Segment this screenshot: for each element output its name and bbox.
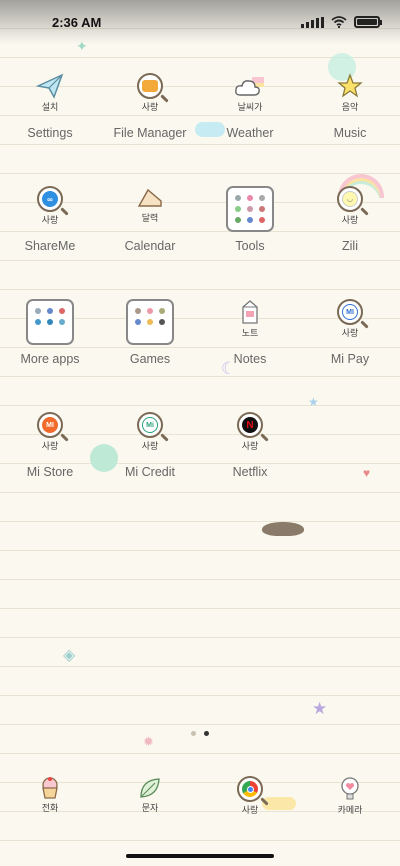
app-mi-credit[interactable]: Mi 사랑 Mi Credit (100, 407, 200, 520)
app-label: Notes (233, 352, 267, 366)
page-dot (191, 731, 196, 736)
app-netflix[interactable]: N 사랑 Netflix (200, 407, 300, 520)
mi-credit-icon: Mi 사랑 (129, 412, 171, 458)
folder-magnifier-icon: 사랑 (129, 73, 171, 119)
folder-icon (226, 186, 274, 232)
app-zili[interactable]: ◡ 사랑 Zili (300, 181, 400, 294)
dock-camera[interactable]: 카메라 (300, 776, 400, 836)
pink-flower-decoration: ✹ (143, 734, 154, 749)
dock: 전화 문자 사랑 카메라 (0, 776, 400, 836)
app-mi-pay[interactable]: MI 사랑 Mi Pay (300, 294, 400, 407)
app-doodle-caption: 사랑 (141, 442, 159, 452)
leaf-icon: 문자 (129, 776, 171, 822)
app-music[interactable]: 음악 Music (300, 68, 400, 181)
home-indicator[interactable] (126, 854, 274, 858)
mi-store-icon: MI 사랑 (29, 412, 71, 458)
battery-icon (354, 16, 382, 28)
app-doodle-caption: 설치 (41, 103, 59, 113)
app-label: Games (129, 352, 171, 366)
signal-icon (301, 16, 324, 28)
dock-label: 카메라 (337, 806, 363, 816)
app-doodle-caption: 사랑 (41, 442, 59, 452)
lightbulb-heart-icon: 카메라 (329, 776, 371, 822)
netflix-icon: N 사랑 (229, 412, 271, 458)
app-grid-row: ∞ 사랑 ShareMe 달력 Calendar Tools ◡ 사랑 Zili (0, 181, 400, 294)
wifi-icon (331, 16, 347, 28)
purple-star-decoration: ★ (312, 699, 328, 718)
status-icons (301, 16, 382, 28)
app-doodle-caption: 사랑 (341, 216, 359, 226)
dock-chrome[interactable]: 사랑 (200, 776, 300, 836)
balloon-decoration: ◈ (63, 647, 76, 664)
dock-label: 문자 (141, 804, 159, 814)
app-mi-store[interactable]: MI 사랑 Mi Store (0, 407, 100, 520)
folder-icon (26, 299, 74, 345)
app-label: Mi Credit (124, 465, 175, 479)
zili-icon: ◡ 사랑 (329, 186, 371, 232)
app-doodle-caption: 사랑 (241, 442, 259, 452)
cake-slice-icon: 달력 (129, 186, 171, 232)
dock-phone[interactable]: 전화 (0, 776, 100, 836)
milk-carton-icon: 노트 (229, 299, 271, 345)
app-doodle-caption: 날씨가 (237, 103, 263, 113)
app-doodle-caption: 사랑 (141, 103, 159, 113)
mi-pay-icon: MI 사랑 (329, 299, 371, 345)
app-label: Zili (342, 239, 358, 253)
app-tools[interactable]: Tools (200, 181, 300, 294)
app-games[interactable]: Games (100, 294, 200, 407)
app-label: Netflix (232, 465, 268, 479)
app-weather[interactable]: 날씨가 Weather (200, 68, 300, 181)
shareme-icon: ∞ 사랑 (29, 186, 71, 232)
app-shareme[interactable]: ∞ 사랑 ShareMe (0, 181, 100, 294)
app-settings[interactable]: 설치 Settings (0, 68, 100, 181)
folder-icon (126, 299, 174, 345)
app-label: More apps (20, 352, 80, 366)
page-dot-active (204, 731, 209, 736)
app-grid-row: More apps Games 노트 Notes MI 사랑 Mi Pay (0, 294, 400, 407)
app-grid: 설치 Settings 사랑 File Manager 날씨가 Weather (0, 68, 400, 520)
app-doodle-caption: 사랑 (41, 216, 59, 226)
app-calendar[interactable]: 달력 Calendar (100, 181, 200, 294)
app-more-apps[interactable]: More apps (0, 294, 100, 407)
paper-plane-icon: 설치 (29, 73, 71, 119)
app-file-manager[interactable]: 사랑 File Manager (100, 68, 200, 181)
star-icon: 음악 (329, 73, 371, 119)
app-doodle-caption: 사랑 (341, 329, 359, 339)
page-indicator[interactable] (0, 731, 400, 736)
app-label: Calendar (124, 239, 176, 253)
app-label: Weather (226, 126, 274, 140)
mustache-decoration (262, 522, 304, 536)
dock-label: 사랑 (241, 806, 259, 816)
app-doodle-caption: 달력 (141, 214, 159, 224)
app-label: Settings (27, 126, 73, 140)
dock-messages[interactable]: 문자 (100, 776, 200, 836)
app-doodle-caption: 음악 (341, 103, 359, 113)
cloud-rainbow-icon: 날씨가 (229, 73, 271, 119)
app-label: Tools (235, 239, 265, 253)
app-grid-row: MI 사랑 Mi Store Mi 사랑 Mi Credit N 사랑 Netf… (0, 407, 400, 520)
app-doodle-caption: 노트 (241, 329, 259, 339)
status-bar: 2:36 AM (0, 0, 400, 44)
app-label: Mi Pay (330, 352, 370, 366)
app-notes[interactable]: 노트 Notes (200, 294, 300, 407)
app-label: File Manager (113, 126, 187, 140)
clock: 2:36 AM (52, 14, 102, 30)
cupcake-icon: 전화 (29, 776, 71, 822)
chrome-icon: 사랑 (229, 776, 271, 822)
app-label: Mi Store (26, 465, 74, 479)
empty-grid-slot (300, 407, 400, 520)
app-label: ShareMe (24, 239, 76, 253)
dock-label: 전화 (41, 804, 59, 814)
app-label: Music (333, 126, 367, 140)
app-grid-row: 설치 Settings 사랑 File Manager 날씨가 Weather (0, 68, 400, 181)
